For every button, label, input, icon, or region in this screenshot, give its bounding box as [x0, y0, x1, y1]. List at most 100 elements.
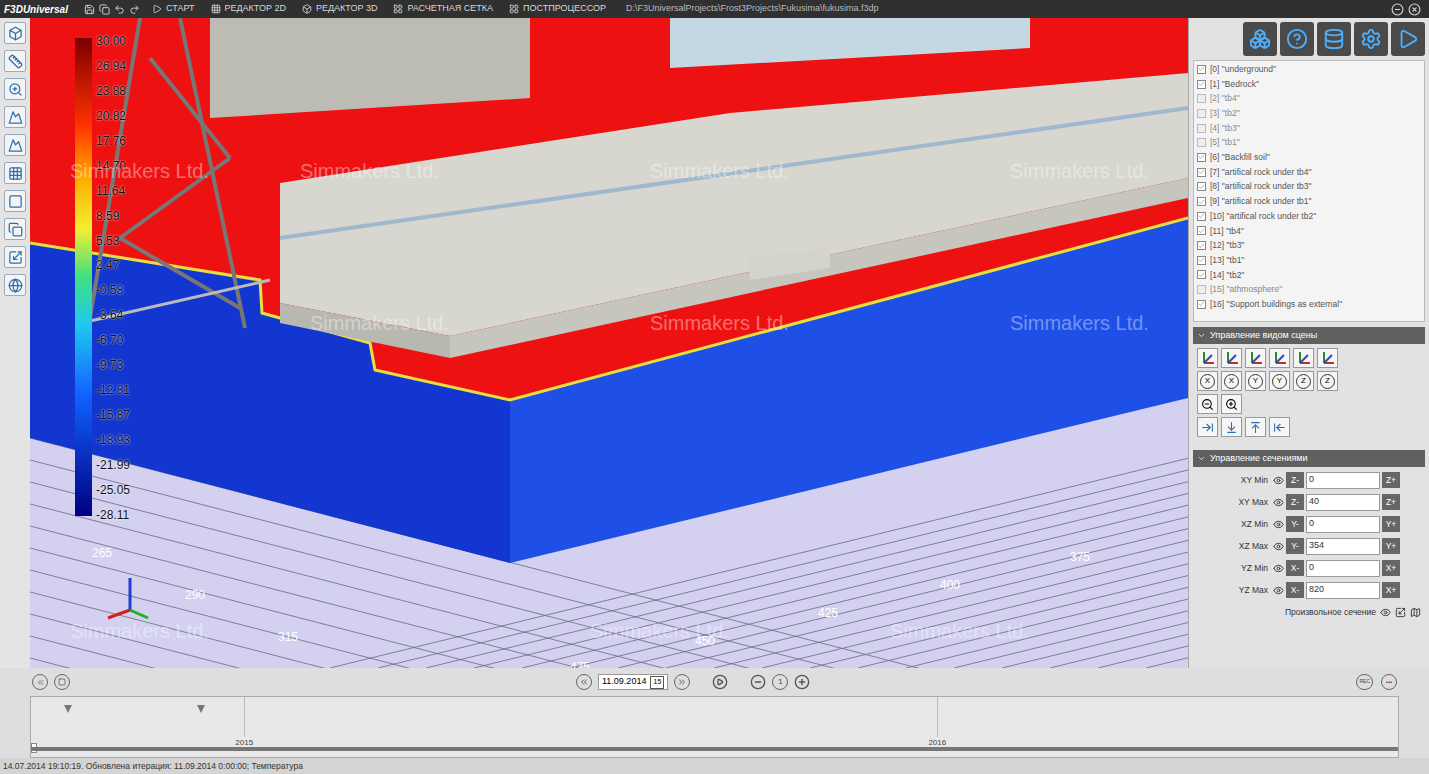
panel-tool-button[interactable]	[1280, 22, 1314, 56]
layer-item[interactable]: [7] "artifical rock under tb4"	[1194, 165, 1424, 180]
zoom-value[interactable]: 1	[772, 674, 788, 690]
panel-tool-button[interactable]	[1391, 22, 1425, 56]
view-button[interactable]	[1197, 348, 1218, 368]
eye-icon[interactable]	[1273, 475, 1284, 486]
zoom-plus-icon[interactable]	[794, 674, 810, 690]
panel-tool-button[interactable]	[1243, 22, 1277, 56]
align-button[interactable]	[1197, 417, 1218, 437]
layer-checkbox[interactable]	[1197, 241, 1206, 250]
eye-icon[interactable]	[1273, 497, 1284, 508]
align-button[interactable]	[1245, 417, 1266, 437]
plus-button[interactable]: Z+	[1382, 494, 1400, 510]
rotate-button[interactable]: Y	[1245, 371, 1266, 391]
menu-item[interactable]: СТАРТ	[148, 2, 199, 16]
layer-item[interactable]: [9] "artifical rock under tb1"	[1194, 194, 1424, 209]
layer-checkbox[interactable]	[1197, 256, 1206, 265]
layer-item[interactable]: [10] "artifical rock under tb2"	[1194, 209, 1424, 224]
minus-button[interactable]: X-	[1286, 582, 1304, 598]
timeline-track[interactable]: 20152016	[30, 696, 1399, 758]
next-button[interactable]	[674, 674, 690, 690]
rotate-button[interactable]: Y	[1269, 371, 1290, 391]
minus-button[interactable]: Z-	[1286, 494, 1304, 510]
play-icon[interactable]	[712, 674, 728, 690]
tool-button[interactable]	[4, 218, 26, 240]
layer-checkbox[interactable]	[1197, 197, 1206, 206]
layer-checkbox[interactable]	[1197, 270, 1206, 279]
layer-checkbox[interactable]	[1197, 109, 1206, 118]
layer-checkbox[interactable]	[1197, 226, 1206, 235]
layer-checkbox[interactable]	[1197, 153, 1206, 162]
tool-button[interactable]	[4, 162, 26, 184]
date-field[interactable]: 11.09.201415	[598, 674, 668, 690]
layer-item[interactable]: [4] "tb3"	[1194, 121, 1424, 136]
layer-item[interactable]: [3] "tb2"	[1194, 106, 1424, 121]
plus-button[interactable]: Y+	[1382, 516, 1400, 532]
minus-button[interactable]: Y-	[1286, 516, 1304, 532]
layer-checkbox[interactable]	[1197, 124, 1206, 133]
eye-icon[interactable]	[1273, 585, 1284, 596]
save-icon[interactable]	[84, 4, 95, 15]
layer-item[interactable]: [2] "tb4"	[1194, 91, 1424, 106]
view-button[interactable]	[1245, 348, 1266, 368]
menu-item[interactable]: РАСЧЕТНАЯ СЕТКА	[389, 2, 497, 16]
plus-button[interactable]: X+	[1382, 582, 1400, 598]
layer-checkbox[interactable]	[1197, 300, 1206, 309]
layer-item[interactable]: [12] "tb3"	[1194, 238, 1424, 253]
view-button[interactable]	[1293, 348, 1314, 368]
section-edit-icon[interactable]	[1395, 607, 1406, 618]
tool-button[interactable]	[4, 274, 26, 296]
layer-checkbox[interactable]	[1197, 285, 1206, 294]
zoom-minus-icon[interactable]	[750, 674, 766, 690]
plus-button[interactable]: X+	[1382, 560, 1400, 576]
first-step-button[interactable]	[32, 674, 48, 690]
align-button[interactable]	[1221, 417, 1242, 437]
rec-button[interactable]: REC	[1356, 674, 1373, 690]
layer-item[interactable]: [1] "Bedrock"	[1194, 77, 1424, 92]
layer-item[interactable]: [15] "athmosphere"	[1194, 282, 1424, 297]
panel-tool-button[interactable]	[1354, 22, 1388, 56]
eye-icon[interactable]	[1273, 541, 1284, 552]
copy-icon[interactable]	[99, 4, 110, 15]
view-button[interactable]	[1269, 348, 1290, 368]
minus-button[interactable]: Z-	[1286, 472, 1304, 488]
layer-item[interactable]: [6] "Backfill soil"	[1194, 150, 1424, 165]
zoom-out-button[interactable]	[1197, 394, 1218, 414]
close-icon[interactable]	[1408, 3, 1421, 16]
clip-value-input[interactable]: 0	[1306, 560, 1380, 577]
eye-icon[interactable]	[1273, 563, 1284, 574]
minus-button[interactable]: X-	[1286, 560, 1304, 576]
eye-icon[interactable]	[1273, 519, 1284, 530]
more-button[interactable]: •••	[1381, 674, 1397, 690]
layer-checkbox[interactable]	[1197, 138, 1206, 147]
layer-item[interactable]: [8] "artifical rock under tb3"	[1194, 180, 1424, 195]
layer-item[interactable]: [14] "tb2"	[1194, 268, 1424, 283]
menu-item[interactable]: РЕДАКТОР 2D	[207, 2, 290, 16]
menu-item[interactable]: ПОСТПРОЦЕССОР	[505, 2, 610, 16]
viewport[interactable]: 30.0026.9423.8820.8217.7614.7011.648.595…	[30, 18, 1188, 668]
layer-item[interactable]: [11] "tb4"	[1194, 224, 1424, 239]
minus-button[interactable]: Y-	[1286, 538, 1304, 554]
minimize-icon[interactable]	[1391, 3, 1404, 16]
layer-item[interactable]: [13] "tb1"	[1194, 253, 1424, 268]
tool-button[interactable]	[4, 190, 26, 212]
clip-value-input[interactable]: 354	[1306, 538, 1380, 555]
view-button[interactable]	[1317, 348, 1338, 368]
layer-item[interactable]: [5] "tb1"	[1194, 135, 1424, 150]
calendar-icon[interactable]: 15	[650, 676, 664, 689]
layer-checkbox[interactable]	[1197, 80, 1206, 89]
rotate-button[interactable]: X	[1197, 371, 1218, 391]
eye-icon[interactable]	[1380, 607, 1391, 618]
undo-icon[interactable]	[114, 4, 125, 15]
timeline-marker[interactable]	[64, 705, 72, 713]
tool-button[interactable]	[4, 134, 26, 156]
layer-item[interactable]: [0] "underground"	[1194, 62, 1424, 77]
panel-tool-button[interactable]	[1317, 22, 1351, 56]
align-button[interactable]	[1269, 417, 1290, 437]
rotate-button[interactable]: Z	[1317, 371, 1338, 391]
tool-button[interactable]	[4, 50, 26, 72]
clip-value-input[interactable]: 0	[1306, 516, 1380, 533]
section-plane-icon[interactable]	[1410, 607, 1421, 618]
tool-button[interactable]	[4, 22, 26, 44]
redo-icon[interactable]	[129, 4, 140, 15]
clip-value-input[interactable]: 820	[1306, 582, 1380, 599]
